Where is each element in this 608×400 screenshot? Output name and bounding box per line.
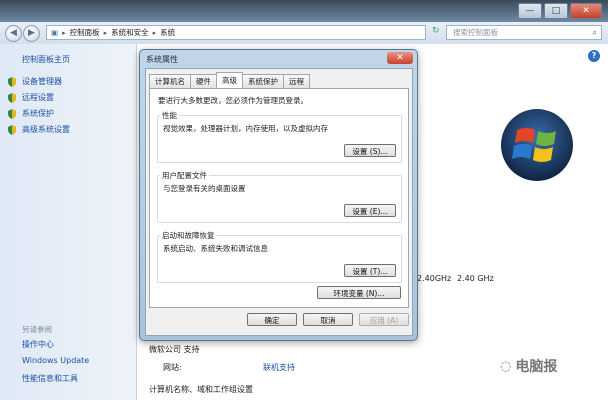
performance-group-title: 性能 [160,110,179,121]
support-heading: 微软公司 支持 [149,345,200,354]
sidebar-item-advanced-settings[interactable]: 高级系统设置 [22,124,70,135]
maximize-button[interactable]: □ [544,3,568,19]
dialog-tabs: 计算机名 硬件 高级 系统保护 远程 [149,72,310,88]
forward-arrow-icon: ▶ [28,28,35,38]
search-input[interactable]: 搜索控制面板 ⌕ [446,25,602,40]
cancel-button[interactable]: 取消 [303,313,353,326]
watermark: ◌ 电脑报 [500,356,557,376]
cpu-speed-value-2: 2.40 GHz [457,274,494,283]
see-also-heading: 另请参阅 [22,325,52,334]
dialog-body: 计算机名 硬件 高级 系统保护 远程 要进行大多数更改，您必须作为管理员登录。 … [145,68,413,336]
startup-recovery-group-title: 启动和故障恢复 [160,230,217,241]
website-label: 网站: [163,363,182,372]
shield-icon [8,77,16,87]
environment-variables-button[interactable]: 环境变量 (N)... [317,286,401,299]
breadcrumb-control-panel[interactable]: 控制面板 [70,27,100,38]
back-button[interactable]: ◀ [5,25,22,42]
dialog-title: 系统属性 [146,55,178,64]
see-also-windows-update[interactable]: Windows Update [22,356,89,365]
sidebar-item-remote-settings[interactable]: 远程设置 [22,92,54,103]
breadcrumb-system-security[interactable]: 系统和安全 [111,27,149,38]
user-profiles-group-title: 用户配置文件 [160,170,209,181]
left-task-pane: 控制面板主页 设备管理器 远程设置 系统保护 高级系统设置 另请参阅 操作中心 … [0,44,137,400]
shield-icon [8,125,16,135]
minimize-button[interactable]: — [518,3,542,19]
refresh-icon[interactable]: ↻ [432,26,440,36]
ok-button[interactable]: 确定 [247,313,297,326]
help-icon[interactable]: ? [588,50,600,62]
performance-settings-button[interactable]: 设置 (S)... [344,144,396,157]
address-bar-row: ◀ ▶ ▣ ▸ 控制面板 ▸ 系统和安全 ▸ 系统 ↻ 搜索控制面板 ⌕ [0,22,608,45]
sidebar-item-device-manager[interactable]: 设备管理器 [22,76,62,87]
address-bar[interactable]: ▣ ▸ 控制面板 ▸ 系统和安全 ▸ 系统 [46,25,426,40]
user-profiles-settings-button[interactable]: 设置 (E)... [344,204,396,217]
tab-remote[interactable]: 远程 [283,74,310,88]
see-also-action-center[interactable]: 操作中心 [22,339,54,350]
wechat-icon: ◌ [500,358,512,374]
startup-recovery-group-desc: 系统启动、系统失败和调试信息 [163,244,268,253]
tab-computer-name[interactable]: 计算机名 [149,74,191,88]
advanced-tab-panel: 要进行大多数更改，您必须作为管理员登录。 性能 视觉效果，处理器计划，内存使用，… [149,88,409,308]
performance-group: 性能 视觉效果，处理器计划，内存使用，以及虚拟内存 设置 (S)... [157,110,402,163]
back-arrow-icon: ◀ [10,28,17,38]
control-panel-home-link[interactable]: 控制面板主页 [22,54,70,65]
dialog-close-button[interactable]: ✕ [387,52,413,64]
close-button[interactable]: ✕ [570,3,602,19]
breadcrumb-separator-icon: ▸ [152,28,157,37]
breadcrumb-system[interactable]: 系统 [160,27,175,38]
search-icon[interactable]: ⌕ [593,26,597,39]
cpu-speed-value: 2.40GHz [417,274,452,283]
admin-note: 要进行大多数更改，您必须作为管理员登录。 [158,96,308,105]
shield-icon [8,93,16,103]
shield-icon [8,109,16,119]
windows-logo-icon [501,109,573,181]
startup-recovery-settings-button[interactable]: 设置 (T)... [344,264,396,277]
user-profiles-group-desc: 与您登录有关的桌面设置 [163,184,246,193]
watermark-text: 电脑报 [515,359,558,375]
tab-system-protection[interactable]: 系统保护 [242,74,284,88]
breadcrumb-separator-icon: ▸ [103,28,108,37]
online-support-link[interactable]: 联机支持 [263,362,295,373]
computer-name-heading: 计算机名称、域和工作组设置 [149,385,253,394]
breadcrumb-separator-icon: ▸ [62,28,66,37]
tab-advanced[interactable]: 高级 [216,72,243,88]
forward-button[interactable]: ▶ [23,25,40,42]
performance-group-desc: 视觉效果，处理器计划，内存使用，以及虚拟内存 [163,124,328,133]
tab-hardware[interactable]: 硬件 [190,74,217,88]
window-title-bar: — □ ✕ [0,0,608,22]
startup-recovery-group: 启动和故障恢复 系统启动、系统失败和调试信息 设置 (T)... [157,230,402,283]
see-also-performance-tools[interactable]: 性能信息和工具 [22,373,78,384]
computer-icon: ▣ [51,28,59,37]
user-profiles-group: 用户配置文件 与您登录有关的桌面设置 设置 (E)... [157,170,402,223]
apply-button[interactable]: 应用 (A) [359,313,409,326]
window-controls: — □ ✕ [518,3,602,19]
sidebar-item-system-protection[interactable]: 系统保护 [22,108,54,119]
search-placeholder: 搜索控制面板 [453,28,498,37]
system-properties-dialog: 系统属性 ✕ 计算机名 硬件 高级 系统保护 远程 要进行大多数更改，您必须作为… [139,49,418,341]
